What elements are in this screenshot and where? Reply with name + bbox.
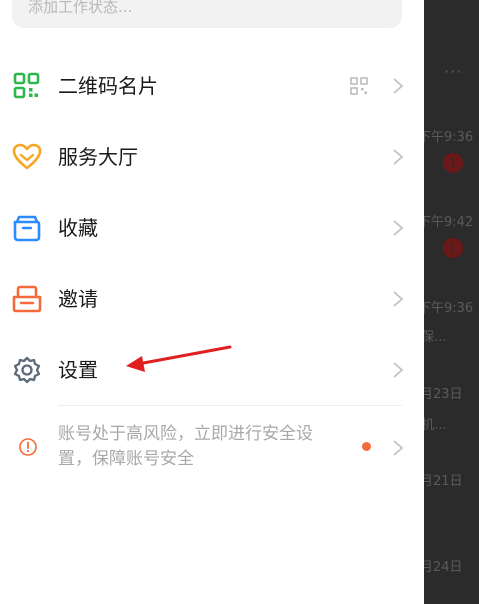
menu-item-settings[interactable]: 设置 [0,335,424,405]
menu-item-label: 服务大厅 [58,145,138,169]
menu-item-label: 设置 [58,358,98,382]
gear-icon [13,356,41,384]
menu-item-favorites[interactable]: 收藏 [0,193,424,263]
work-status-input[interactable]: 添加工作状态... [12,0,402,28]
chat-preview: [机... [424,418,447,433]
chat-time: 月24日 [424,560,463,575]
folder-favorite-icon [13,215,41,242]
chevron-right-icon [393,220,404,236]
menu-item-label: 二维码名片 [58,74,158,98]
menu-item-service-hall[interactable]: 服务大厅 [0,122,424,192]
chevron-right-icon [393,362,404,378]
divider [58,405,402,406]
chat-time: 下午9:42 [424,215,474,230]
security-warning-text: 账号处于高风险，立即进行安全设置，保障账号安全 [58,424,313,469]
invite-envelope-icon [12,285,42,313]
heart-service-icon [12,143,42,170]
warning-icon [19,438,37,456]
qr-code-small-icon [350,77,368,95]
menu-item-invite[interactable]: 邀请 [0,264,424,334]
chevron-right-icon [393,440,404,456]
chat-preview: [保... [424,330,447,345]
chat-time: 下午9:36 [424,130,474,145]
menu-item-label: 收藏 [58,216,98,240]
qr-code-icon [13,72,40,99]
chat-time: 下午9:36 [424,301,474,316]
unread-badge: 1 [443,153,463,173]
chevron-right-icon [393,78,404,94]
chat-time: 月21日 [424,474,463,489]
chevron-right-icon [393,291,404,307]
security-warning-row[interactable]: 账号处于高风险，立即进行安全设置，保障账号安全 [0,418,424,478]
background-chat-list: ··· 下午9:36 1 下午9:42 1 下午9:36 [保... 月23日 … [424,0,479,604]
chat-time: 月23日 [424,387,463,402]
menu-item-label: 邀请 [58,287,98,311]
menu-item-qr-card[interactable]: 二维码名片 [0,51,424,121]
more-icon: ··· [444,62,463,81]
notification-dot [362,442,371,451]
side-drawer: 添加工作状态... 二维码名片 服务大厅 收藏 邀请 设置 账号处于高风险，立即… [0,0,424,604]
unread-badge: 1 [443,238,463,258]
chevron-right-icon [393,149,404,165]
